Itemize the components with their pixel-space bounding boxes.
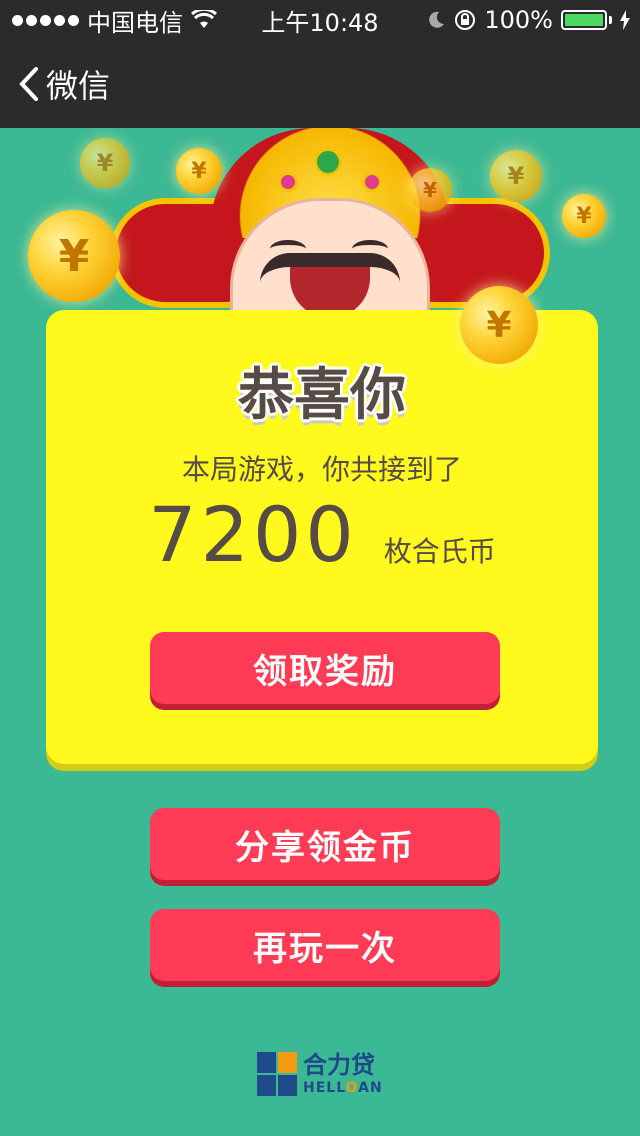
logo-cn: 合力贷 — [303, 1051, 375, 1079]
carrier-label: 中国电信 — [87, 8, 183, 37]
rotation-lock-icon — [455, 10, 476, 30]
score-unit: 枚合氏币 — [383, 535, 496, 568]
mustache — [260, 253, 400, 283]
coin-icon: ¥ — [80, 138, 130, 188]
helloan-logo: 合力贷 HELLOAN — [257, 1052, 383, 1096]
back-button[interactable]: 微信 — [18, 61, 110, 107]
god-of-wealth-illustration: ¥ ¥ ¥ ¥ ¥ ¥ — [0, 128, 640, 318]
wifi-icon — [191, 10, 217, 28]
claim-reward-button[interactable]: 领取奖励 — [150, 632, 500, 704]
back-label: 微信 — [46, 67, 111, 105]
gem-icon — [314, 148, 342, 176]
score-value: 7200 — [148, 490, 358, 579]
chevron-left-icon — [19, 67, 38, 101]
result-subtitle: 本局游戏，你共接到了 — [181, 453, 462, 486]
coin-icon: ¥ — [176, 148, 222, 194]
moon-icon — [429, 11, 445, 28]
gem-icon — [362, 172, 382, 192]
result-title: 恭喜你 — [238, 363, 406, 428]
logo-en: HELLOAN — [303, 1080, 383, 1096]
status-bar: 中国电信 上午10:48 100% — [0, 0, 640, 40]
gem-icon — [278, 172, 298, 192]
nav-bar: 微信 — [0, 40, 640, 128]
score-row: 7200 枚合氏币 — [46, 490, 598, 579]
status-right: 100% — [426, 6, 630, 34]
signal-strength-icon — [12, 14, 79, 26]
coin-icon: ¥ — [408, 168, 452, 212]
charging-icon — [620, 10, 630, 30]
logo-text: 合力贷 HELLOAN — [303, 1053, 383, 1095]
coin-icon: ¥ — [562, 194, 606, 238]
play-again-button[interactable]: 再玩一次 — [150, 909, 500, 981]
share-coins-button[interactable]: 分享领金币 — [150, 808, 500, 880]
status-left: 中国电信 — [12, 3, 217, 38]
logo-mark-icon — [257, 1052, 297, 1096]
coin-icon: ¥ — [28, 210, 120, 302]
battery-icon — [561, 10, 612, 30]
battery-percent: 100% — [484, 6, 553, 34]
coin-icon: ¥ — [490, 150, 542, 202]
coin-icon: ¥ — [460, 286, 538, 364]
